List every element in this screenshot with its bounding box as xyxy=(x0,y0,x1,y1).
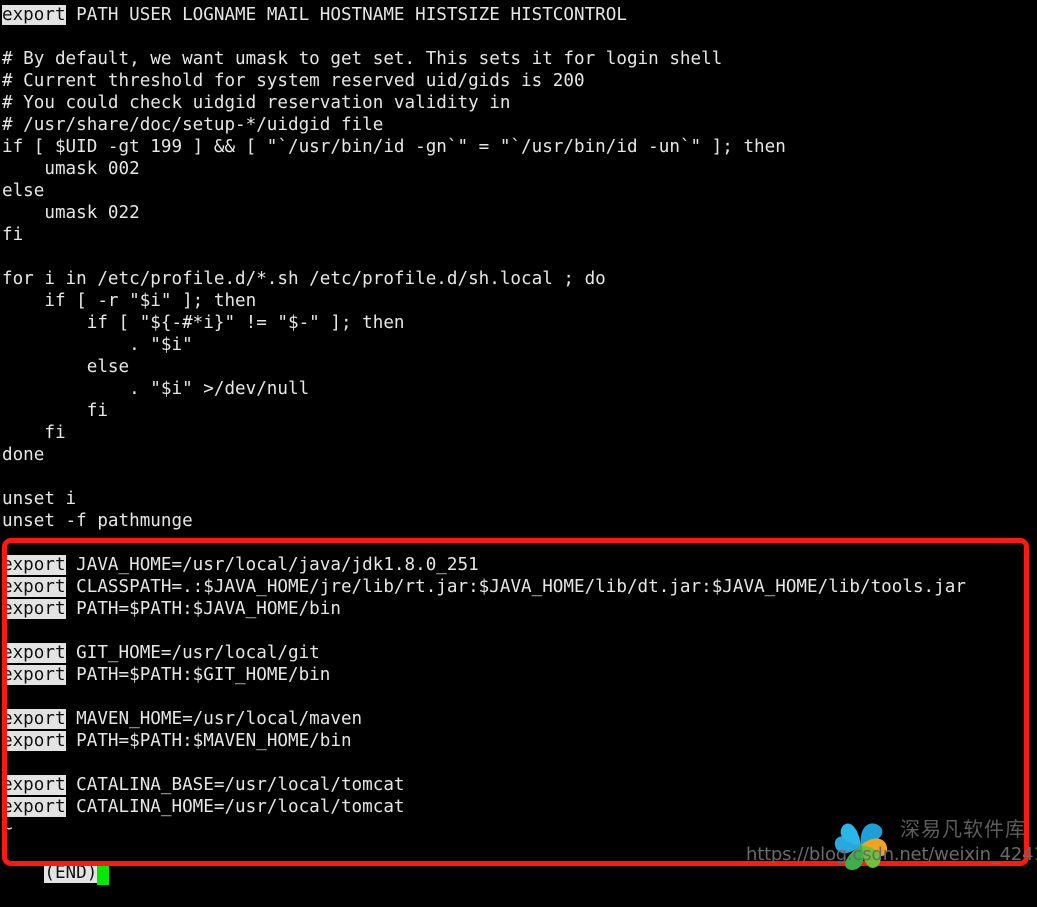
terminal-text: PATH=$PATH:$JAVA_HOME/bin xyxy=(65,599,341,619)
search-match-highlight: export xyxy=(2,577,66,597)
terminal-line: export CLASSPATH=.:$JAVA_HOME/jre/lib/rt… xyxy=(2,576,966,598)
terminal-text: . "$i" >/dev/null xyxy=(2,379,310,399)
terminal-text: # /usr/share/doc/setup-*/uidgid file xyxy=(2,115,384,135)
search-match-highlight: export xyxy=(2,5,66,25)
terminal-line: fi xyxy=(2,224,23,246)
watermark-url: https://blog.csdn.net/weixin_42417886 xyxy=(746,844,1037,865)
terminal-text: CATALINA_BASE=/usr/local/tomcat xyxy=(65,775,405,795)
terminal-line: export CATALINA_HOME=/usr/local/tomcat xyxy=(2,796,405,818)
terminal-line: unset i xyxy=(2,488,76,510)
terminal-text: unset -f pathmunge xyxy=(2,511,193,531)
terminal-text: PATH=$PATH:$GIT_HOME/bin xyxy=(65,665,331,685)
terminal-line: umask 022 xyxy=(2,202,140,224)
text-cursor[interactable] xyxy=(97,862,109,885)
terminal-text: MAVEN_HOME=/usr/local/maven xyxy=(65,709,363,729)
terminal-line: done xyxy=(2,444,44,466)
terminal-text: . "$i" xyxy=(2,335,193,355)
terminal-text: umask 002 xyxy=(2,159,140,179)
search-match-highlight: export xyxy=(2,775,66,795)
terminal-text: JAVA_HOME=/usr/local/java/jdk1.8.0_251 xyxy=(65,555,479,575)
terminal-line: . "$i" >/dev/null xyxy=(2,378,309,400)
search-match-highlight: export xyxy=(2,555,66,575)
terminal-text: done xyxy=(2,445,45,465)
terminal-text: if [ "${-#*i}" != "$-" ]; then xyxy=(2,313,405,333)
terminal-line: export JAVA_HOME=/usr/local/java/jdk1.8.… xyxy=(2,554,479,576)
terminal-text: else xyxy=(2,181,45,201)
terminal-text: unset i xyxy=(2,489,77,509)
terminal-line: export CATALINA_BASE=/usr/local/tomcat xyxy=(2,774,405,796)
terminal-text: else xyxy=(2,357,130,377)
terminal-screen[interactable]: export PATH USER LOGNAME MAIL HOSTNAME H… xyxy=(0,0,1037,885)
terminal-line: else xyxy=(2,180,44,202)
terminal-line: if [ $UID -gt 199 ] && [ "`/usr/bin/id -… xyxy=(2,136,786,158)
terminal-text: GIT_HOME=/usr/local/git xyxy=(65,643,320,663)
terminal-line: export PATH=$PATH:$GIT_HOME/bin xyxy=(2,664,330,686)
terminal-line: export PATH USER LOGNAME MAIL HOSTNAME H… xyxy=(2,4,627,26)
terminal-line: . "$i" xyxy=(2,334,193,356)
watermark-brand-text: 深易凡软件库 xyxy=(900,817,1026,841)
terminal-line: unset -f pathmunge xyxy=(2,510,193,532)
terminal-line: if [ "${-#*i}" != "$-" ]; then xyxy=(2,312,405,334)
terminal-line: ~ xyxy=(2,818,13,840)
terminal-text: CATALINA_HOME=/usr/local/tomcat xyxy=(65,797,405,817)
search-match-highlight: export xyxy=(2,665,66,685)
terminal-line: export PATH=$PATH:$JAVA_HOME/bin xyxy=(2,598,341,620)
terminal-line: fi xyxy=(2,422,66,444)
pager-status-line: (END) xyxy=(2,840,109,885)
terminal-line: for i in /etc/profile.d/*.sh /etc/profil… xyxy=(2,268,606,290)
terminal-text: PATH USER LOGNAME MAIL HOSTNAME HISTSIZE… xyxy=(65,5,627,25)
terminal-text: # You could check uidgid reservation val… xyxy=(2,93,511,113)
pager-end-indicator: (END) xyxy=(44,863,98,884)
terminal-text: ~ xyxy=(2,819,13,839)
terminal-text: if [ $UID -gt 199 ] && [ "`/usr/bin/id -… xyxy=(2,137,786,157)
search-match-highlight: export xyxy=(2,643,66,663)
terminal-text: # Current threshold for system reserved … xyxy=(2,71,585,91)
terminal-text: # By default, we want umask to get set. … xyxy=(2,49,723,69)
terminal-line: export PATH=$PATH:$MAVEN_HOME/bin xyxy=(2,730,352,752)
search-match-highlight: export xyxy=(2,731,66,751)
terminal-line: # /usr/share/doc/setup-*/uidgid file xyxy=(2,114,383,136)
terminal-line: export MAVEN_HOME=/usr/local/maven xyxy=(2,708,362,730)
search-match-highlight: export xyxy=(2,599,66,619)
terminal-text: for i in /etc/profile.d/*.sh /etc/profil… xyxy=(2,269,606,289)
terminal-text: fi xyxy=(2,423,66,443)
search-match-highlight: export xyxy=(2,709,66,729)
terminal-line: # You could check uidgid reservation val… xyxy=(2,92,510,114)
watermark: 深易凡软件库 https://blog.csdn.net/weixin_4241… xyxy=(740,812,1037,876)
terminal-text: if [ -r "$i" ]; then xyxy=(2,291,257,311)
terminal-text: fi xyxy=(2,401,108,421)
terminal-text: umask 022 xyxy=(2,203,140,223)
terminal-line: # By default, we want umask to get set. … xyxy=(2,48,722,70)
terminal-line: fi xyxy=(2,400,108,422)
terminal-line: umask 002 xyxy=(2,158,140,180)
search-match-highlight: export xyxy=(2,797,66,817)
terminal-text: fi xyxy=(2,225,24,245)
terminal-line: else xyxy=(2,356,129,378)
terminal-line: # Current threshold for system reserved … xyxy=(2,70,585,92)
terminal-text: PATH=$PATH:$MAVEN_HOME/bin xyxy=(65,731,352,751)
terminal-text: CLASSPATH=.:$JAVA_HOME/jre/lib/rt.jar:$J… xyxy=(65,577,966,597)
terminal-line: if [ -r "$i" ]; then xyxy=(2,290,256,312)
terminal-line: export GIT_HOME=/usr/local/git xyxy=(2,642,320,664)
